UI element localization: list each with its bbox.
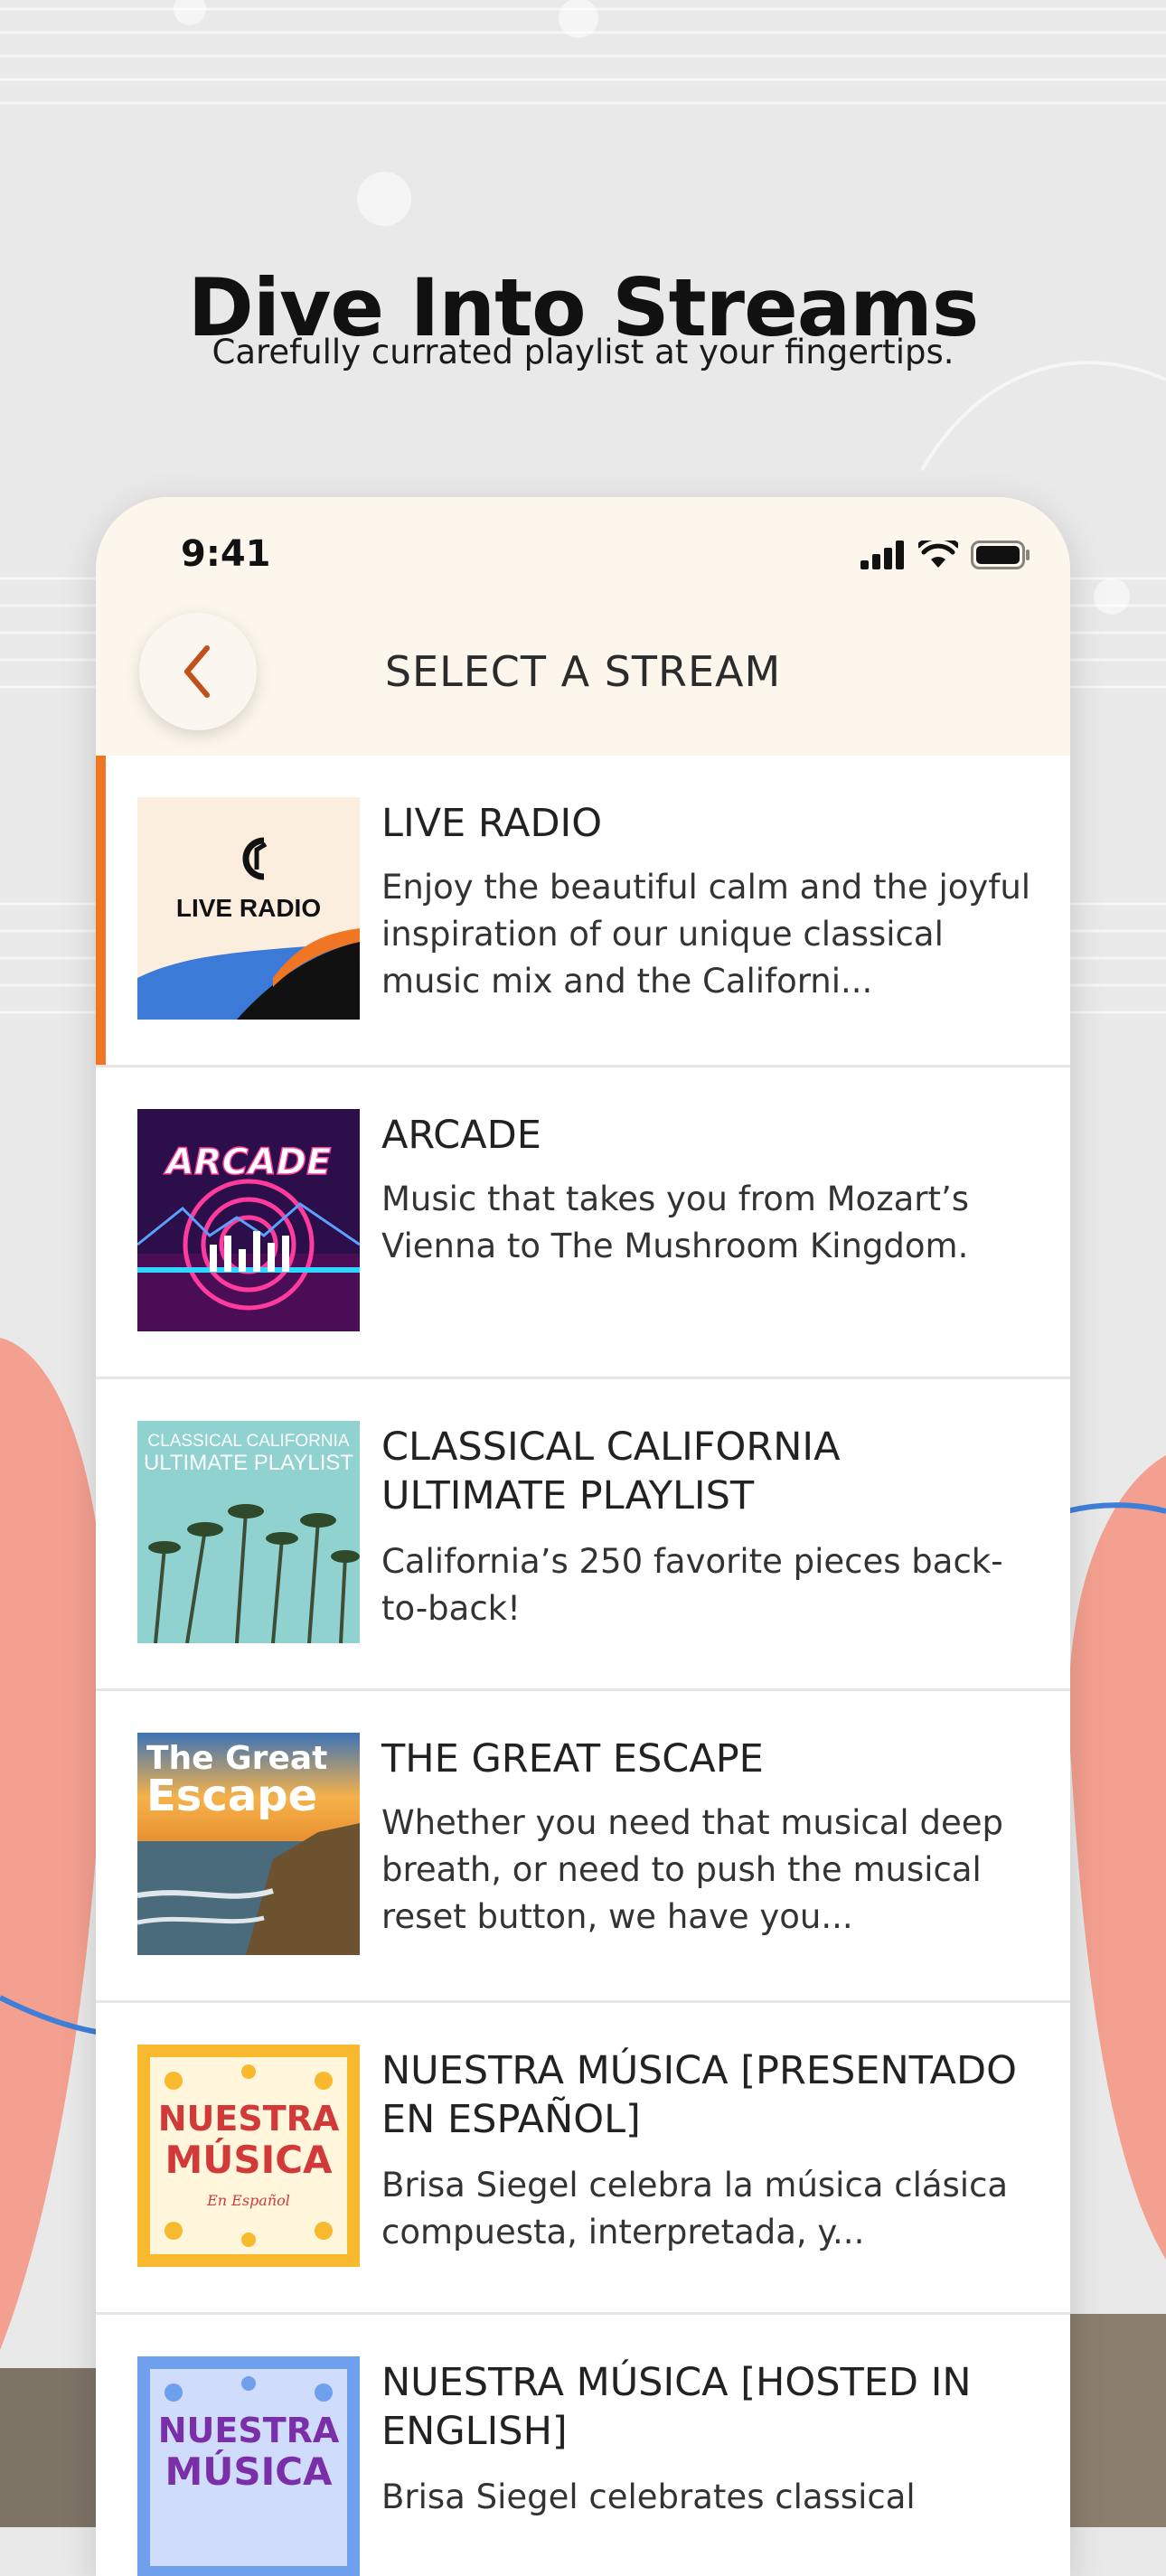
stream-description: Whether you need that musical deep breat… — [381, 1803, 1003, 1936]
california-thumb-text-1: CLASSICAL CALIFORNIA — [147, 1432, 349, 1451]
stream-thumbnail: NUESTRA MÚSICA — [137, 2356, 360, 2576]
live-radio-thumb-text: LIVE RADIO — [176, 894, 321, 922]
stream-title: NUESTRA MÚSICA [HOSTED IN ENGLISH] — [381, 2360, 972, 2454]
stream-item-live-radio[interactable]: LIVE RADIO LIVE RADIO Enjoy the beautifu… — [96, 756, 1070, 1067]
battery-icon — [971, 541, 1030, 569]
live-radio-artwork: LIVE RADIO — [137, 797, 360, 1020]
stream-item-classical-california[interactable]: CLASSICAL CALIFORNIA ULTIMATE PLAYLIST C… — [96, 1379, 1070, 1691]
california-thumb-text-2: ULTIMATE PLAYLIST — [144, 1451, 353, 1475]
nuestra-musica-en-artwork: NUESTRA MÚSICA — [137, 2356, 360, 2576]
phone-mockup: 9:41 SELECT A STREAM LIVE RADIO LIVE RAD… — [96, 497, 1070, 2576]
stream-item-arcade[interactable]: ARCADE ARCADE Music that takes you from … — [96, 1067, 1070, 1379]
stream-thumbnail: NUESTRA MÚSICA En Español — [137, 2045, 360, 2267]
arcade-thumb-text: ARCADE — [164, 1142, 332, 1183]
nuestra-es-thumb-text-3: En Español — [206, 2192, 290, 2209]
cellular-signal-icon — [860, 541, 904, 569]
screen-header: 9:41 SELECT A STREAM — [96, 497, 1070, 756]
nuestra-es-thumb-text-2: MÚSICA — [165, 2137, 333, 2182]
california-artwork: CLASSICAL CALIFORNIA ULTIMATE PLAYLIST — [137, 1421, 360, 1643]
stream-title: NUESTRA MÚSICA [PRESENTADO EN ESPAÑOL] — [381, 2048, 1017, 2142]
nuestra-musica-es-artwork: NUESTRA MÚSICA En Español — [137, 2045, 360, 2267]
stream-description: Music that takes you from Mozart’s Vienn… — [381, 1180, 970, 1265]
stream-description: Brisa Siegel celebra la música clásica c… — [381, 2166, 1009, 2252]
stream-title: ARCADE — [381, 1113, 541, 1158]
stream-item-nuestra-musica-en[interactable]: NUESTRA MÚSICA NUESTRA MÚSICA [HOSTED IN… — [96, 2315, 1070, 2576]
stream-list: LIVE RADIO LIVE RADIO Enjoy the beautifu… — [96, 756, 1070, 2576]
stream-description: Brisa Siegel celebrates classical — [381, 2477, 916, 2516]
stream-description: Enjoy the beautiful calm and the joyful … — [381, 868, 1031, 1001]
stream-thumbnail: CLASSICAL CALIFORNIA ULTIMATE PLAYLIST — [137, 1421, 360, 1643]
stream-title: CLASSICAL CALIFORNIA ULTIMATE PLAYLIST — [381, 1424, 841, 1518]
nuestra-en-thumb-text-1: NUESTRA — [158, 2411, 340, 2450]
great-escape-thumb-text-2: Escape — [146, 1771, 317, 1821]
status-icons — [860, 541, 1030, 569]
screen-title: SELECT A STREAM — [384, 647, 782, 696]
arcade-artwork: ARCADE — [137, 1109, 360, 1331]
stream-item-great-escape[interactable]: The Great Escape THE GREAT ESCAPE Whethe… — [96, 1691, 1070, 2003]
great-escape-artwork: The Great Escape — [137, 1733, 360, 1955]
stream-description: California’s 250 favorite pieces back-to… — [381, 1542, 1003, 1628]
status-time: 9:41 — [181, 533, 271, 575]
stream-thumbnail: ARCADE — [137, 1109, 360, 1331]
stream-thumbnail: LIVE RADIO — [137, 797, 360, 1020]
stream-title: THE GREAT ESCAPE — [381, 1736, 764, 1782]
nuestra-es-thumb-text-1: NUESTRA — [158, 2099, 340, 2139]
stream-title: LIVE RADIO — [381, 801, 603, 846]
nuestra-en-thumb-text-2: MÚSICA — [165, 2449, 333, 2494]
wifi-icon — [918, 541, 958, 568]
hero-subtitle: Carefully currated playlist at your fing… — [212, 333, 954, 371]
stream-thumbnail: The Great Escape — [137, 1733, 360, 1955]
stream-item-nuestra-musica-es[interactable]: NUESTRA MÚSICA En Español NUESTRA MÚSICA… — [96, 2003, 1070, 2315]
